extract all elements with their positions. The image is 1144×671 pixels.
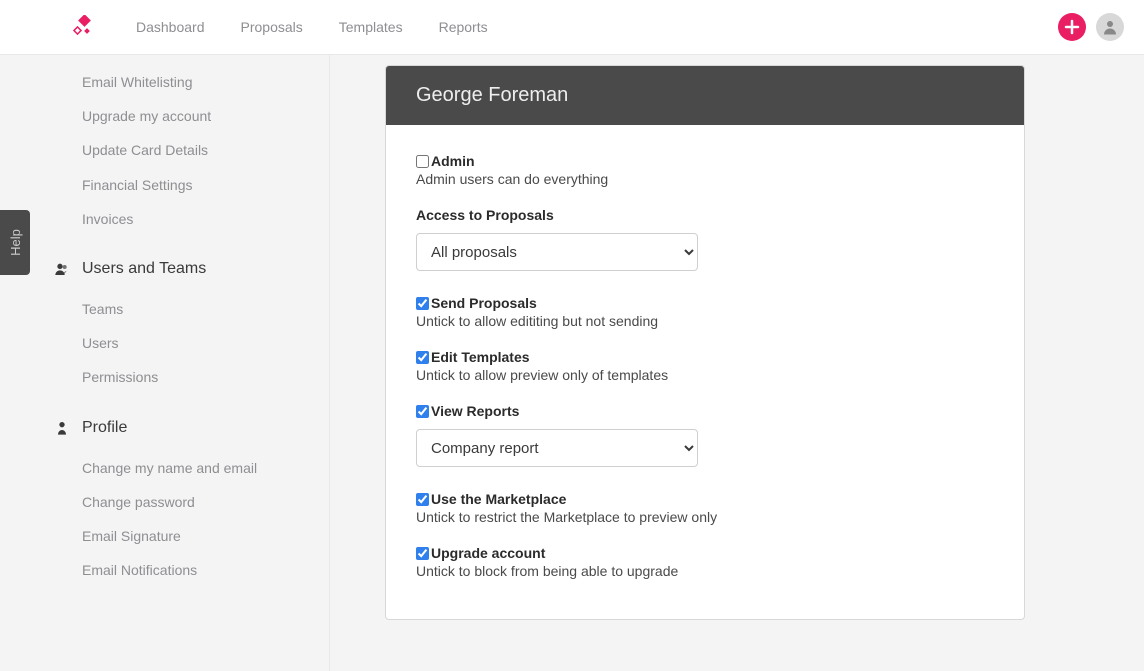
profile-icon: [54, 420, 70, 436]
card-title: George Foreman: [386, 66, 1024, 125]
edit-templates-label: Edit Templates: [431, 349, 530, 365]
section-users-teams: Users and Teams: [54, 260, 299, 278]
edit-templates-desc: Untick to allow preview only of template…: [416, 367, 994, 383]
perm-use-marketplace: Use the Marketplace Untick to restrict t…: [416, 491, 994, 525]
card-body: Admin Admin users can do everything Acce…: [386, 125, 1024, 619]
users-icon: [54, 261, 70, 277]
edit-templates-checkbox[interactable]: [416, 351, 429, 364]
sidebar-item-email-whitelisting[interactable]: Email Whitelisting: [82, 65, 299, 99]
sidebar-item-invoices[interactable]: Invoices: [82, 202, 299, 236]
main-content: George Foreman Admin Admin users can do …: [330, 55, 1144, 671]
avatar[interactable]: [1096, 13, 1124, 41]
upgrade-account-desc: Untick to block from being able to upgra…: [416, 563, 994, 579]
perm-upgrade-account: Upgrade account Untick to block from bei…: [416, 545, 994, 579]
nav-right: [1058, 13, 1124, 41]
section-title-profile: Profile: [82, 419, 127, 437]
sidebar-item-email-notifications[interactable]: Email Notifications: [82, 553, 299, 587]
perm-admin: Admin Admin users can do everything: [416, 153, 994, 187]
use-marketplace-desc: Untick to restrict the Marketplace to pr…: [416, 509, 994, 525]
perm-view-reports: View Reports Company report: [416, 403, 994, 467]
add-button[interactable]: [1058, 13, 1086, 41]
sidebar-item-financial-settings[interactable]: Financial Settings: [82, 168, 299, 202]
nav-templates[interactable]: Templates: [339, 19, 403, 35]
perm-access-proposals: Access to Proposals All proposals: [416, 207, 994, 271]
use-marketplace-label: Use the Marketplace: [431, 491, 566, 507]
upgrade-account-checkbox[interactable]: [416, 547, 429, 560]
send-proposals-label: Send Proposals: [431, 295, 537, 311]
nav-reports[interactable]: Reports: [439, 19, 488, 35]
top-nav: Dashboard Proposals Templates Reports: [0, 0, 1144, 55]
nav-proposals[interactable]: Proposals: [241, 19, 303, 35]
sidebar-item-permissions[interactable]: Permissions: [82, 360, 299, 394]
use-marketplace-checkbox[interactable]: [416, 493, 429, 506]
send-proposals-checkbox[interactable]: [416, 297, 429, 310]
sidebar-item-change-name[interactable]: Change my name and email: [82, 451, 299, 485]
send-proposals-desc: Untick to allow edititing but not sendin…: [416, 313, 994, 329]
help-label: Help: [8, 229, 23, 256]
help-tab[interactable]: Help: [0, 210, 30, 275]
view-reports-checkbox[interactable]: [416, 405, 429, 418]
sidebar-item-teams[interactable]: Teams: [82, 292, 299, 326]
perm-edit-templates: Edit Templates Untick to allow preview o…: [416, 349, 994, 383]
admin-checkbox[interactable]: [416, 155, 429, 168]
section-title-users-teams: Users and Teams: [82, 260, 206, 278]
sidebar-item-upgrade-account[interactable]: Upgrade my account: [82, 99, 299, 133]
section-profile: Profile: [54, 419, 299, 437]
logo-icon[interactable]: [72, 15, 96, 39]
view-reports-label: View Reports: [431, 403, 519, 419]
sidebar-item-email-signature[interactable]: Email Signature: [82, 519, 299, 553]
admin-label: Admin: [431, 153, 475, 169]
admin-desc: Admin users can do everything: [416, 171, 994, 187]
permissions-card: George Foreman Admin Admin users can do …: [385, 65, 1025, 620]
nav-dashboard[interactable]: Dashboard: [136, 19, 205, 35]
sidebar-item-update-card[interactable]: Update Card Details: [82, 133, 299, 167]
sidebar-item-change-password[interactable]: Change password: [82, 485, 299, 519]
perm-send-proposals: Send Proposals Untick to allow edititing…: [416, 295, 994, 329]
sidebar-item-users[interactable]: Users: [82, 326, 299, 360]
nav-links: Dashboard Proposals Templates Reports: [136, 19, 488, 35]
access-proposals-label: Access to Proposals: [416, 207, 994, 223]
access-proposals-select[interactable]: All proposals: [416, 233, 698, 271]
view-reports-select[interactable]: Company report: [416, 429, 698, 467]
sidebar: Email Whitelisting Upgrade my account Up…: [0, 55, 330, 671]
upgrade-account-label: Upgrade account: [431, 545, 545, 561]
